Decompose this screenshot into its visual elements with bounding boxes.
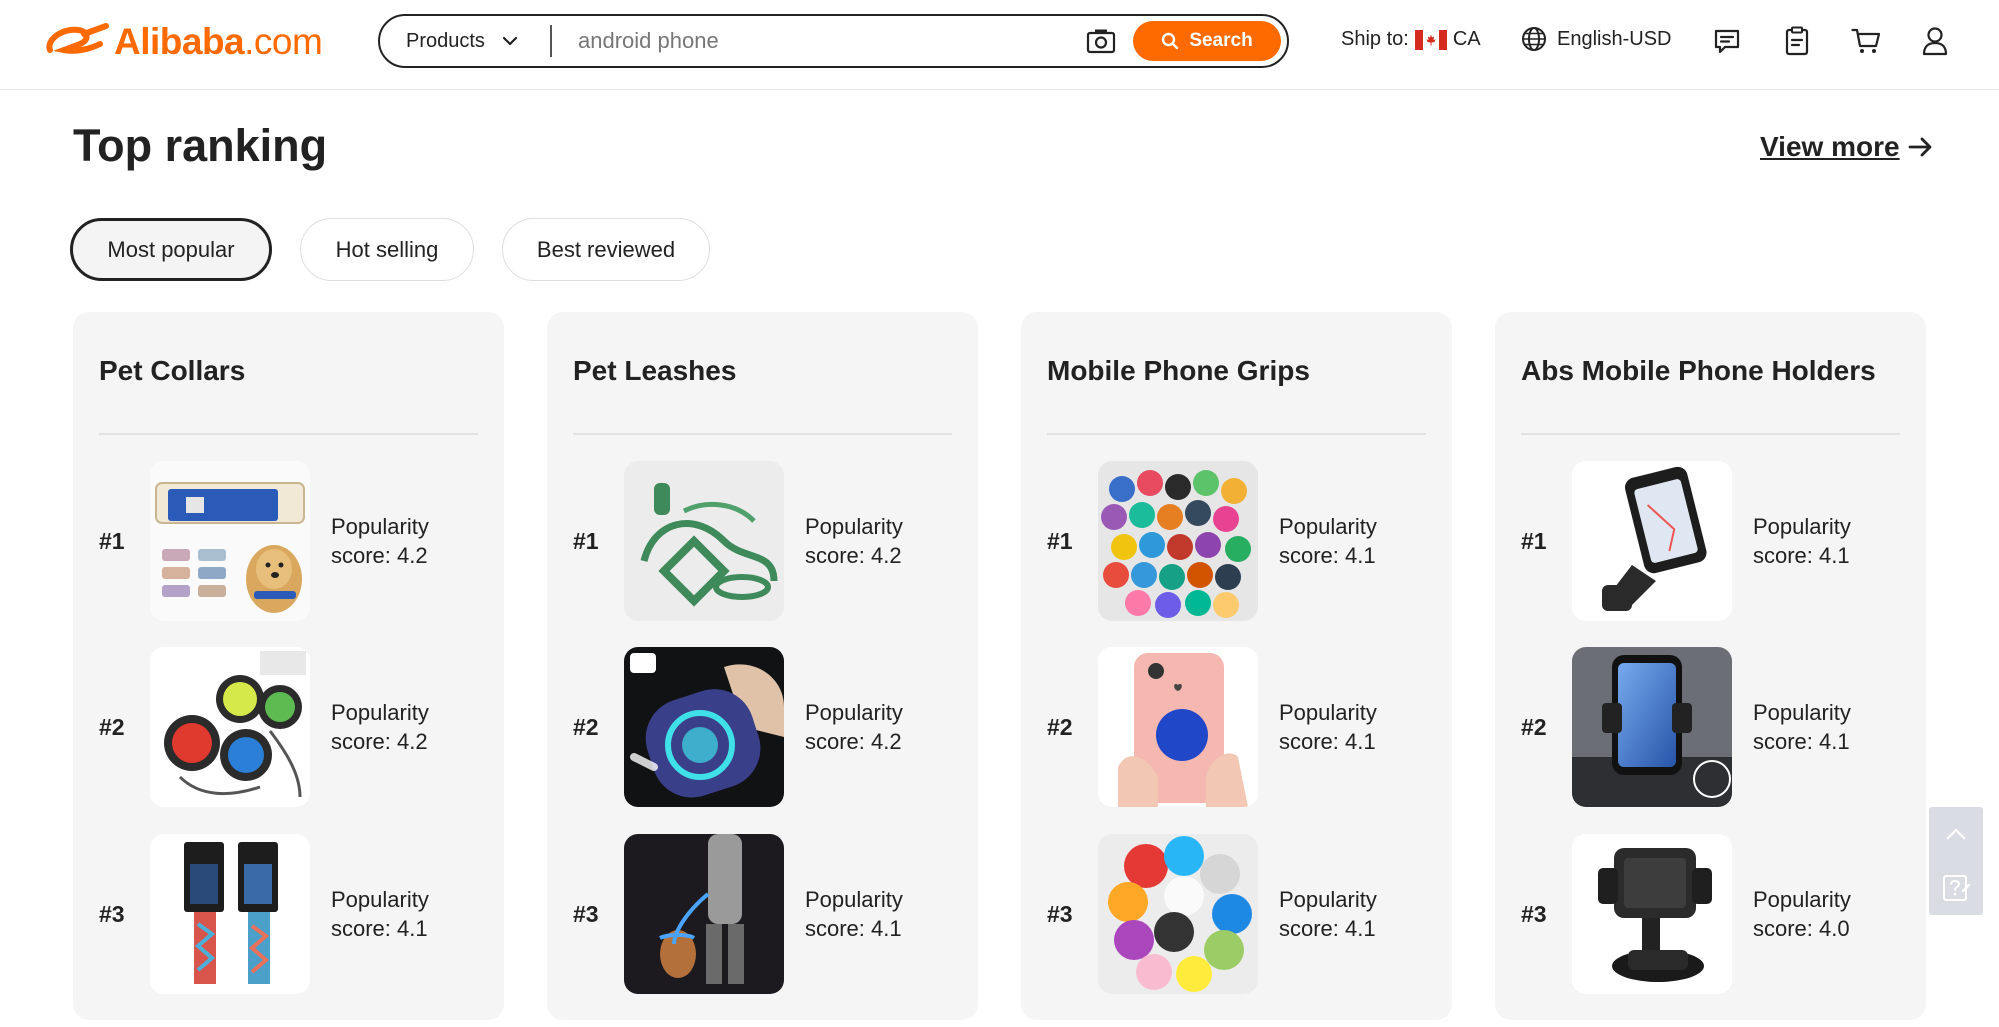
ship-to-selector[interactable]: Ship to: CA [1341, 28, 1481, 51]
tab-hot-selling[interactable]: Hot selling [300, 218, 474, 281]
popularity-score: Popularity score: 4.1 [1279, 514, 1377, 568]
cart-icon[interactable] [1849, 24, 1883, 58]
feedback-button[interactable] [1929, 861, 1983, 915]
card-divider [1521, 433, 1900, 435]
card-divider [99, 433, 478, 435]
ranking-tabs: Most popular Hot selling Best reviewed [70, 218, 738, 281]
product-image-holder-2 [1572, 647, 1732, 807]
product-image-collar-1 [150, 461, 310, 621]
popularity-score: Popularity score: 4.0 [1753, 887, 1851, 941]
ranking-card-mobile-phone-grips[interactable]: Mobile Phone Grips #1 Popularity score: … [1021, 312, 1452, 1020]
product-image-leash-2 [624, 647, 784, 807]
popularity-score: Popularity score: 4.2 [805, 700, 903, 754]
ranking-item[interactable]: #2 Popularity score: 4.2 [99, 647, 484, 807]
rank-number: #3 [573, 900, 599, 927]
search-bar: Products Search [378, 14, 1289, 68]
popularity-score: Popularity score: 4.1 [1753, 700, 1851, 754]
ranking-item[interactable]: #1 Popularity score: 4.1 [1521, 461, 1906, 621]
rank-number: #2 [1521, 713, 1547, 740]
card-divider [1047, 433, 1426, 435]
popularity-score: Popularity score: 4.1 [1753, 514, 1851, 568]
chevron-up-icon [1946, 828, 1966, 840]
tab-most-popular[interactable]: Most popular [70, 218, 272, 281]
rank-number: #1 [99, 527, 125, 554]
product-image-leash-3 [624, 834, 784, 994]
card-title: Pet Collars [99, 355, 246, 386]
product-image-leash-1 [624, 461, 784, 621]
popularity-score: Popularity score: 4.1 [1279, 887, 1377, 941]
popularity-score: Popularity score: 4.2 [331, 514, 429, 568]
view-more-label: View more [1760, 131, 1900, 162]
popularity-score: Popularity score: 4.1 [331, 887, 429, 941]
rank-number: #2 [99, 713, 125, 740]
tab-best-reviewed[interactable]: Best reviewed [502, 218, 710, 281]
ship-to-label: Ship to: [1341, 28, 1409, 50]
rank-number: #1 [1047, 527, 1073, 554]
search-icon [1162, 32, 1179, 50]
popularity-score: Popularity score: 4.1 [805, 887, 903, 941]
back-to-top-button[interactable] [1929, 807, 1983, 861]
rank-number: #2 [1047, 713, 1073, 740]
globe-icon [1522, 27, 1546, 51]
ship-to-country: CA [1452, 28, 1481, 50]
card-title: Abs Mobile Phone Holders [1521, 355, 1876, 386]
ranking-item[interactable]: #2 Popularity score: 4.1 [1521, 647, 1906, 807]
ranking-item[interactable]: #1 Popularity score: 4.2 [573, 461, 958, 621]
ranking-item[interactable]: #1 Popularity score: 4.1 [1047, 461, 1432, 621]
card-title: Pet Leashes [573, 355, 737, 386]
search-input[interactable] [552, 16, 1083, 66]
ranking-card-pet-collars[interactable]: Pet Collars #1 Popularity score: 4.2 #2 … [73, 312, 504, 1020]
feedback-icon [1943, 875, 1971, 901]
popularity-score: Popularity score: 4.2 [331, 700, 429, 754]
alibaba-logo-icon [46, 23, 109, 54]
rank-number: #3 [1521, 900, 1547, 927]
chevron-down-icon [502, 36, 518, 46]
ranking-item[interactable]: #3 Popularity score: 4.0 [1521, 834, 1906, 994]
product-image-grip-3 [1098, 834, 1258, 994]
rank-number: #3 [99, 900, 125, 927]
ranking-card-pet-leashes[interactable]: Pet Leashes #1 Popularity score: 4.2 #2 [547, 312, 978, 1020]
ranking-item[interactable]: #2 Popularity score: 4.1 [1047, 647, 1432, 807]
product-image-grip-2 [1098, 647, 1258, 807]
view-more-link[interactable]: View more [1760, 131, 1934, 163]
card-divider [573, 433, 952, 435]
ranking-item[interactable]: #2 Popularity score: 4.2 [573, 647, 958, 807]
top-header: Alibaba.com Products Search Ship to: CA … [0, 0, 1999, 90]
ranking-item[interactable]: #3 Popularity score: 4.1 [573, 834, 958, 994]
rank-number: #3 [1047, 900, 1073, 927]
language-label: English-USD [1557, 27, 1672, 50]
floating-side-panel [1929, 807, 1983, 915]
product-image-collar-2 [150, 647, 310, 807]
logo-text: Alibaba.com [114, 21, 323, 62]
ranking-cards: Pet Collars #1 Popularity score: 4.2 #2 … [73, 312, 1926, 1020]
rank-number: #1 [573, 527, 599, 554]
search-category-label: Products [406, 29, 485, 52]
ranking-item[interactable]: #1 Popularity score: 4.2 [99, 461, 484, 621]
product-image-collar-3 [150, 834, 310, 994]
ranking-item[interactable]: #3 Popularity score: 4.1 [99, 834, 484, 994]
message-icon[interactable] [1710, 24, 1744, 58]
user-icon[interactable] [1918, 24, 1952, 58]
product-image-holder-1 [1572, 461, 1732, 621]
arrow-right-icon [1908, 137, 1931, 157]
ranking-card-abs-mobile-phone-holders[interactable]: Abs Mobile Phone Holders #1 Popularity s… [1495, 312, 1926, 1020]
popularity-score: Popularity score: 4.1 [1279, 700, 1377, 754]
rank-number: #1 [1521, 527, 1547, 554]
alibaba-logo[interactable]: Alibaba.com [44, 18, 323, 66]
search-button[interactable]: Search [1133, 21, 1281, 61]
rank-number: #2 [573, 713, 599, 740]
popularity-score: Popularity score: 4.2 [805, 514, 903, 568]
product-image-grip-1 [1098, 461, 1258, 621]
camera-icon[interactable] [1083, 23, 1119, 59]
section-title: Top ranking [73, 120, 328, 171]
card-title: Mobile Phone Grips [1047, 355, 1310, 386]
search-button-label: Search [1189, 30, 1253, 51]
canada-flag-icon [1414, 29, 1447, 50]
ranking-item[interactable]: #3 Popularity score: 4.1 [1047, 834, 1432, 994]
search-category-dropdown[interactable]: Products [380, 16, 550, 66]
language-currency-selector[interactable]: English-USD [1521, 26, 1671, 52]
product-image-holder-3 [1572, 834, 1732, 994]
orders-icon[interactable] [1780, 24, 1814, 58]
